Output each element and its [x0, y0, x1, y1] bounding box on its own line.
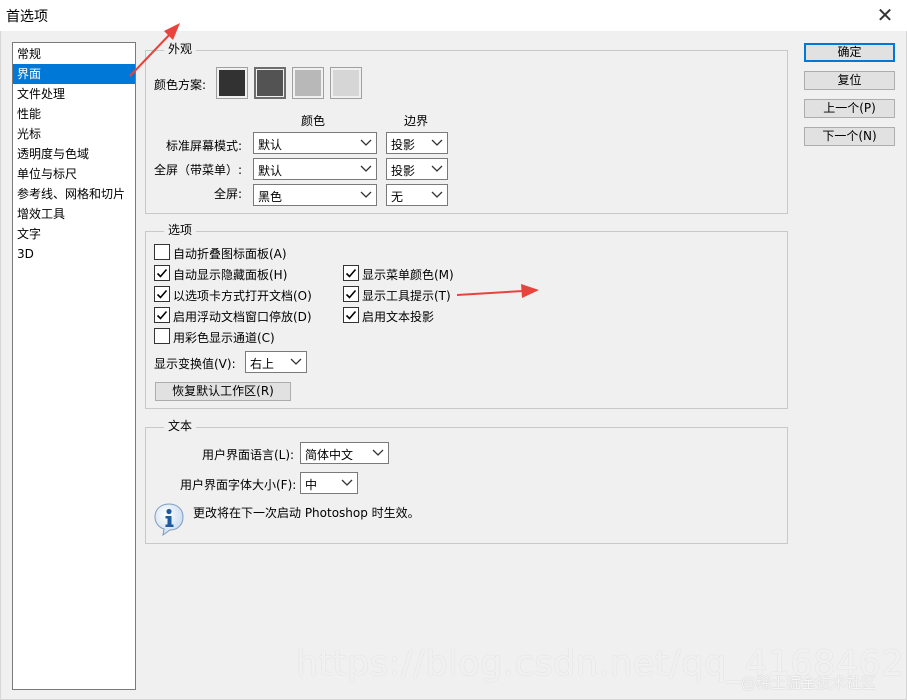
border-column-header: 边界	[404, 114, 429, 128]
category-item[interactable]: 光标	[13, 124, 135, 144]
select-value: 默认	[258, 164, 283, 178]
restore-default-workspace-button[interactable]: 恢复默认工作区(R)	[155, 382, 291, 401]
next-button[interactable]: 下一个(N)	[804, 127, 895, 146]
text-legend: 文本	[164, 419, 197, 433]
select-value: 投影	[391, 138, 416, 152]
swatch-fill	[257, 70, 283, 96]
chevron-down-icon	[431, 188, 443, 202]
category-list[interactable]: 常规 界面 文件处理 性能 光标 透明度与色域 单位与标尺 参考线、网格和切片 增效工具 文字 3D	[12, 42, 136, 690]
select-value: 默认	[258, 138, 283, 152]
watermark-brand: @稀土掘金技术社区	[741, 674, 877, 692]
checkbox[interactable]	[154, 328, 170, 344]
info-icon	[152, 502, 186, 537]
checkbox-label[interactable]: 显示工具提示(T)	[362, 287, 451, 304]
transform-values-select[interactable]: 右上	[245, 351, 307, 373]
fullscreen-menu-color-select[interactable]: 默认	[253, 158, 377, 180]
restart-notice: 更改将在下一次启动 Photoshop 时生效。	[193, 506, 420, 520]
checkbox-label[interactable]: 以选项卡方式打开文档(O)	[173, 287, 312, 304]
fullscreen-border-select[interactable]: 无	[386, 184, 448, 206]
checkbox-label[interactable]: 启用浮动文档窗口停放(D)	[173, 308, 312, 325]
select-value: 右上	[250, 357, 275, 371]
checkbox-label[interactable]: 显示菜单颜色(M)	[362, 266, 454, 283]
checkbox-label[interactable]: 用彩色显示通道(C)	[173, 329, 275, 346]
select-value: 黑色	[258, 190, 283, 204]
category-item[interactable]: 参考线、网格和切片	[13, 184, 135, 204]
chevron-down-icon	[341, 476, 353, 490]
checkbox[interactable]	[154, 244, 170, 260]
color-column-header: 颜色	[301, 114, 326, 128]
select-value: 中	[305, 478, 318, 492]
select-value: 投影	[391, 164, 416, 178]
chevron-down-icon	[290, 355, 302, 369]
options-legend: 选项	[164, 223, 197, 237]
standard-screen-color-select[interactable]: 默认	[253, 132, 377, 154]
window-title: 首选项	[6, 9, 48, 25]
color-scheme-swatch-dark[interactable]	[254, 67, 286, 99]
fullscreen-label: 全屏:	[214, 187, 243, 201]
select-value: 简体中文	[305, 448, 354, 462]
checkbox-label[interactable]: 启用文本投影	[362, 308, 434, 325]
chevron-down-icon	[431, 136, 443, 150]
checkbox[interactable]	[343, 307, 359, 323]
checkbox[interactable]	[343, 286, 359, 302]
standard-screen-border-select[interactable]: 投影	[386, 132, 448, 154]
checkbox-label[interactable]: 自动显示隐藏面板(H)	[173, 266, 287, 283]
fullscreen-color-select[interactable]: 黑色	[253, 184, 377, 206]
standard-screen-label: 标准屏幕模式:	[166, 139, 243, 153]
category-item[interactable]: 3D	[13, 244, 135, 264]
swatch-fill	[333, 70, 359, 96]
category-item[interactable]: 常规	[13, 44, 135, 64]
ui-language-select[interactable]: 简体中文	[300, 442, 389, 464]
category-item[interactable]: 性能	[13, 104, 135, 124]
transform-values-label: 显示变换值(V):	[154, 357, 236, 371]
checkbox[interactable]	[154, 286, 170, 302]
chevron-down-icon	[360, 188, 372, 202]
color-scheme-swatch-light[interactable]	[292, 67, 324, 99]
reset-button[interactable]: 复位	[804, 71, 895, 90]
color-scheme-swatch-darkest[interactable]	[216, 67, 248, 99]
checkbox[interactable]	[154, 307, 170, 323]
annotation-arrow-top-icon	[129, 23, 180, 77]
category-item[interactable]: 单位与标尺	[13, 164, 135, 184]
chevron-down-icon	[360, 136, 372, 150]
category-item[interactable]: 透明度与色域	[13, 144, 135, 164]
chevron-down-icon	[372, 446, 384, 460]
annotation-arrow-middle-icon	[456, 284, 539, 298]
swatch-fill	[219, 70, 245, 96]
chevron-down-icon	[431, 162, 443, 176]
fullscreen-menu-border-select[interactable]: 投影	[386, 158, 448, 180]
swatch-fill	[295, 70, 321, 96]
fullscreen-menu-label: 全屏（带菜单）:	[154, 163, 243, 177]
checkbox[interactable]	[154, 265, 170, 281]
chevron-down-icon	[360, 162, 372, 176]
ui-font-size-select[interactable]: 中	[300, 472, 358, 494]
close-icon[interactable]: ✕	[873, 2, 897, 28]
category-item[interactable]: 文件处理	[13, 84, 135, 104]
category-item[interactable]: 增效工具	[13, 204, 135, 224]
checkbox[interactable]	[343, 265, 359, 281]
previous-button[interactable]: 上一个(P)	[804, 99, 895, 118]
ui-font-size-label: 用户界面字体大小(F):	[180, 478, 297, 492]
category-item[interactable]: 界面	[13, 64, 135, 84]
ui-language-label: 用户界面语言(L):	[202, 448, 295, 462]
color-scheme-swatch-lightest[interactable]	[330, 67, 362, 99]
category-item[interactable]: 文字	[13, 224, 135, 244]
select-value: 无	[391, 190, 404, 204]
checkbox-label[interactable]: 自动折叠图标面板(A)	[173, 245, 287, 262]
ok-button[interactable]: 确定	[804, 43, 895, 62]
